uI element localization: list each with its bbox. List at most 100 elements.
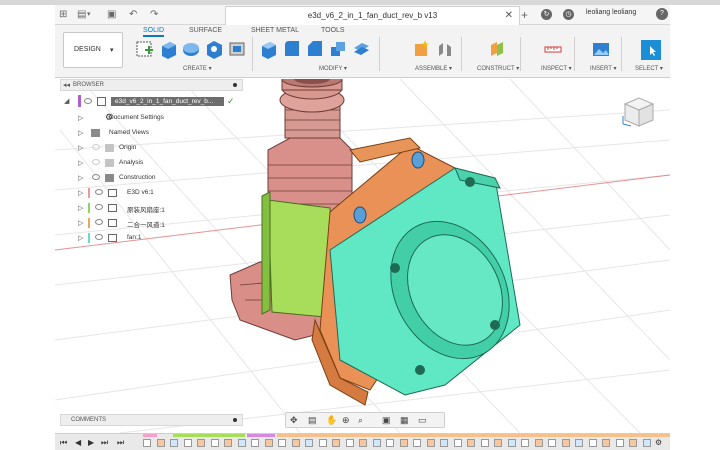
undo-icon[interactable]: ↶ <box>129 9 137 21</box>
timeline-feature[interactable] <box>629 439 637 447</box>
timeline-feature[interactable] <box>615 439 624 447</box>
expand-icon[interactable]: ▷ <box>78 159 83 167</box>
timeline-feature[interactable] <box>291 439 300 447</box>
tab-surface[interactable]: SURFACE <box>189 27 222 34</box>
workspace-switcher[interactable]: DESIGN ▾ <box>63 32 123 68</box>
timeline-feature[interactable] <box>183 439 192 447</box>
measure-icon[interactable] <box>543 38 563 60</box>
timeline-feature[interactable] <box>264 439 273 447</box>
expand-icon[interactable]: ▷ <box>78 204 83 212</box>
timeline-feature[interactable] <box>467 439 475 447</box>
timeline-feature[interactable] <box>453 439 462 447</box>
timeline-feature[interactable] <box>548 439 556 447</box>
timeline-feature[interactable] <box>345 439 354 447</box>
joint-icon[interactable] <box>435 38 455 60</box>
offset-plane-icon[interactable] <box>488 38 508 60</box>
hole-icon[interactable] <box>204 38 224 60</box>
expand-icon[interactable]: ▷ <box>78 174 83 182</box>
new-sketch-icon[interactable] <box>135 38 155 60</box>
revolve-icon[interactable] <box>181 38 201 60</box>
collapse-icon[interactable]: ◂◂ <box>63 81 70 89</box>
zoom-icon[interactable]: ⊕ <box>342 415 350 426</box>
expand-icon[interactable]: ▷ <box>78 219 83 227</box>
timeline-feature[interactable] <box>507 439 516 447</box>
timeline-feature[interactable] <box>480 439 489 447</box>
viewcube-widget[interactable] <box>617 90 661 134</box>
eye-icon[interactable] <box>95 234 103 240</box>
chamfer-icon[interactable] <box>305 38 325 60</box>
eye-icon[interactable] <box>95 189 103 195</box>
group-modify-label[interactable]: MODIFY ▾ <box>319 65 347 72</box>
timeline-feature[interactable] <box>399 439 408 447</box>
tab-solid[interactable]: SOLID <box>143 27 165 37</box>
timeline-feature[interactable] <box>413 439 421 447</box>
eye-icon[interactable] <box>84 98 92 104</box>
job-status-icon[interactable]: ↻ <box>541 9 552 20</box>
timeline-forward-icon[interactable]: ⏭ <box>101 438 108 448</box>
group-insert-label[interactable]: INSERT ▾ <box>590 65 616 72</box>
save-icon[interactable]: ▣ <box>107 9 116 21</box>
browser-panel-header[interactable]: ◂◂ BROWSER <box>60 79 243 91</box>
timeline-feature[interactable] <box>224 439 232 447</box>
expand-icon[interactable]: ▷ <box>78 189 83 197</box>
timeline-feature[interactable] <box>237 439 246 447</box>
timeline-feature[interactable] <box>332 439 340 447</box>
timeline-feature[interactable] <box>440 439 448 447</box>
timeline-feature[interactable] <box>372 439 381 447</box>
tab-sheet-metal[interactable]: SHEET METAL <box>251 27 299 34</box>
timeline-feature[interactable] <box>642 439 651 447</box>
timeline-feature[interactable] <box>521 439 529 447</box>
look-at-icon[interactable]: ▤ <box>308 415 317 426</box>
timeline-back-icon[interactable]: ◀ <box>75 438 81 447</box>
eye-icon[interactable] <box>95 204 103 210</box>
redo-icon[interactable]: ↷ <box>150 9 158 21</box>
pin-icon[interactable] <box>233 83 237 87</box>
timeline-start-icon[interactable]: ⏮ <box>60 438 67 448</box>
browser-root-node[interactable]: ◢ e3d_v6_2_in_1_fan_duct_rev_b... ✓ <box>64 95 244 108</box>
group-create-label[interactable]: CREATE ▾ <box>183 65 212 72</box>
pin-icon[interactable] <box>233 418 237 422</box>
group-inspect-label[interactable]: INSPECT ▾ <box>541 65 572 72</box>
timeline-feature[interactable] <box>561 439 570 447</box>
eye-icon[interactable] <box>95 219 103 225</box>
timeline-feature[interactable] <box>170 439 178 447</box>
timeline-feature[interactable] <box>156 439 165 447</box>
eye-icon[interactable] <box>92 174 100 180</box>
pattern-icon[interactable] <box>227 38 247 60</box>
timeline-play-icon[interactable]: ▶ <box>88 438 94 447</box>
expand-icon[interactable]: ▷ <box>78 129 83 137</box>
timeline-feature[interactable] <box>278 439 286 447</box>
timeline-feature[interactable] <box>494 439 502 447</box>
tab-tools[interactable]: TOOLS <box>321 27 345 34</box>
chevron-down-icon[interactable]: ▾ <box>87 9 91 21</box>
orbit-icon[interactable]: ✥ <box>290 415 298 426</box>
new-component-icon[interactable] <box>411 38 431 60</box>
gear-icon[interactable]: ⚙ <box>655 438 662 447</box>
expand-icon[interactable]: ▷ <box>78 114 83 122</box>
select-icon[interactable] <box>641 38 661 60</box>
fillet-icon[interactable] <box>282 38 302 60</box>
insert-image-icon[interactable] <box>591 38 611 60</box>
eye-icon[interactable] <box>92 144 100 150</box>
timeline-end-icon[interactable]: ⏭ <box>117 438 124 448</box>
timeline-feature[interactable] <box>386 439 394 447</box>
eye-icon[interactable] <box>92 159 100 165</box>
extrude-icon[interactable] <box>158 38 178 60</box>
timeline-feature[interactable] <box>588 439 597 447</box>
expand-icon[interactable]: ▷ <box>78 144 83 152</box>
viewports-icon[interactable]: ▭ <box>418 415 427 426</box>
new-tab-button[interactable]: + <box>521 8 528 22</box>
expand-icon[interactable]: ▷ <box>78 234 83 242</box>
combine-icon[interactable] <box>328 38 348 60</box>
help-icon[interactable]: ? <box>656 8 668 20</box>
timeline-feature[interactable] <box>143 439 151 447</box>
user-name[interactable]: leoliang leoliang <box>586 9 636 16</box>
comments-panel-header[interactable]: COMMENTS <box>60 414 243 426</box>
fit-icon[interactable]: ⌕ <box>358 415 363 426</box>
timeline-feature[interactable] <box>575 439 583 447</box>
offset-face-icon[interactable] <box>351 38 371 60</box>
document-tab[interactable]: e3d_v6_2_in_1_fan_duct_rev_b v13 ✕ <box>225 6 520 25</box>
expand-triangle-icon[interactable]: ◢ <box>64 97 69 105</box>
notifications-icon[interactable]: ◷ <box>563 9 574 20</box>
close-icon[interactable]: ✕ <box>505 10 513 21</box>
